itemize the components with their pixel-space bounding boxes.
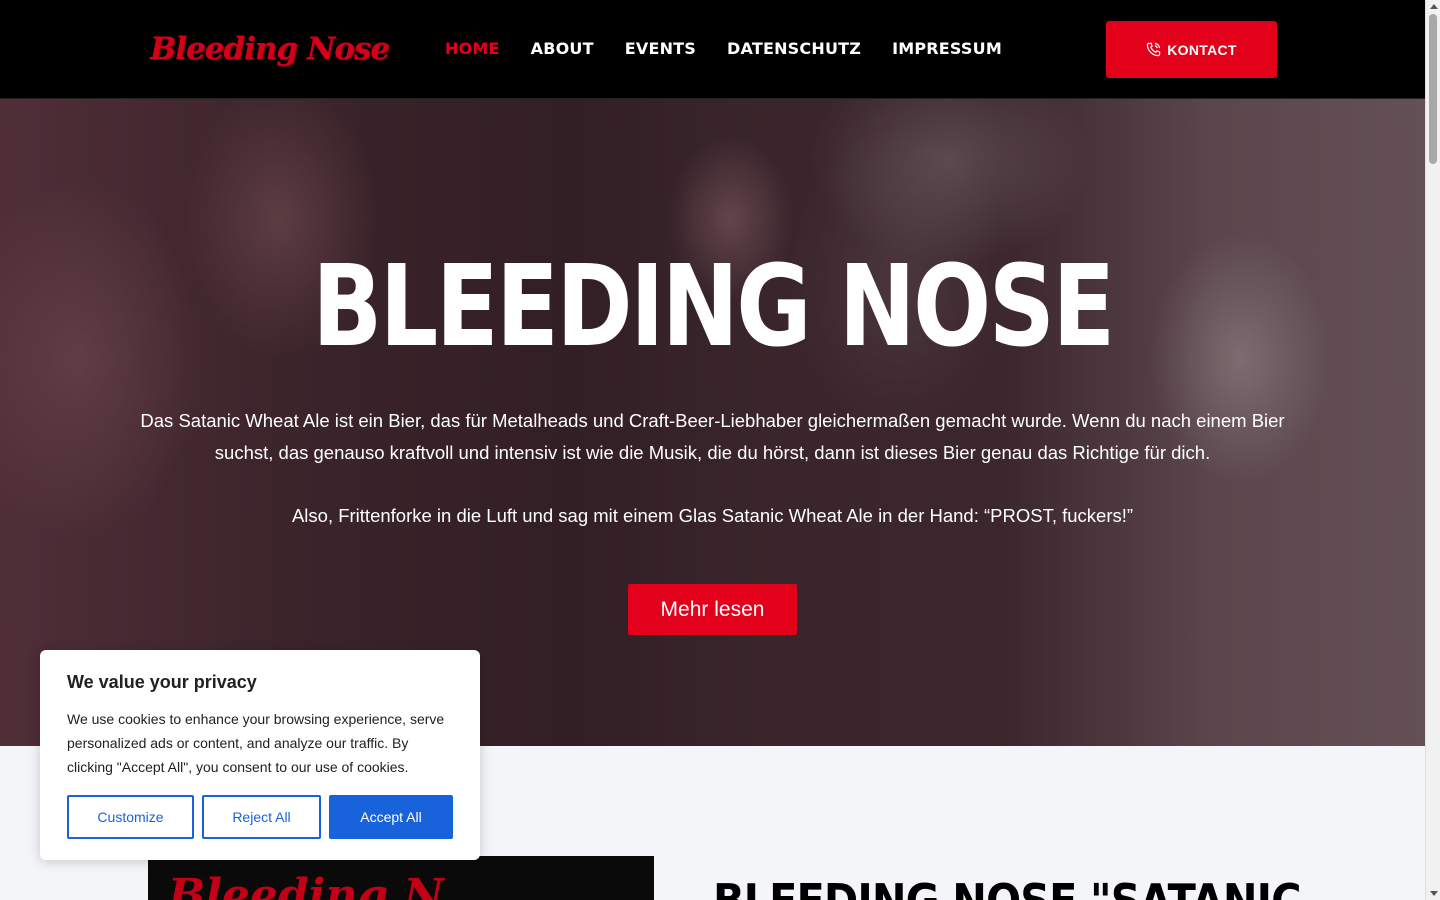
nav-about[interactable]: ABOUT	[531, 38, 594, 60]
hero-paragraph-2: Also, Frittenforke in die Luft und sag m…	[291, 505, 1134, 526]
nav-events[interactable]: EVENTS	[625, 38, 696, 60]
nav-home[interactable]: HOME	[445, 38, 500, 60]
cookie-title: We value your privacy	[67, 672, 257, 692]
scroll-up-arrow-icon[interactable]	[1430, 4, 1438, 9]
nav-datenschutz[interactable]: DATENSCHUTZ	[727, 38, 861, 60]
logo-text: Bleeding Nose	[150, 31, 390, 67]
hero-section: BLEEDING NOSE Das Satanic Wheat Ale ist …	[0, 99, 1425, 746]
scroll-down-arrow-icon[interactable]	[1430, 891, 1438, 896]
cookie-text: We use cookies to enhance your browsing …	[67, 711, 445, 775]
customize-button[interactable]: Customize	[67, 795, 194, 839]
mehr-lesen-button[interactable]: Mehr lesen	[628, 584, 797, 635]
product-title: BLEEDING NOSE "SATANIC	[713, 874, 1301, 900]
hero-paragraph-1: Das Satanic Wheat Ale ist ein Bier, das …	[140, 410, 1285, 463]
site-logo[interactable]: Bleeding Nose	[150, 26, 390, 72]
kontact-label: KONTACT	[1167, 41, 1237, 58]
hero-title: BLEEDING NOSE	[312, 242, 1115, 372]
scroll-thumb[interactable]	[1429, 14, 1437, 164]
reject-all-button[interactable]: Reject All	[202, 795, 321, 839]
product-image-text: Bleeding N	[168, 870, 444, 900]
accept-all-button[interactable]: Accept All	[329, 795, 453, 839]
page-scrollbar[interactable]	[1425, 0, 1440, 900]
nav-impressum[interactable]: IMPRESSUM	[892, 38, 1002, 60]
phone-icon	[1147, 42, 1161, 57]
product-image: Bleeding N	[148, 856, 654, 900]
cookie-consent-banner: We value your privacy We use cookies to …	[40, 650, 480, 860]
site-header: Bleeding Nose HOME ABOUT EVENTS DATENSCH…	[0, 0, 1425, 99]
kontact-button[interactable]: KONTACT	[1106, 21, 1277, 78]
main-nav: HOME ABOUT EVENTS DATENSCHUTZ IMPRESSUM	[445, 38, 1002, 60]
